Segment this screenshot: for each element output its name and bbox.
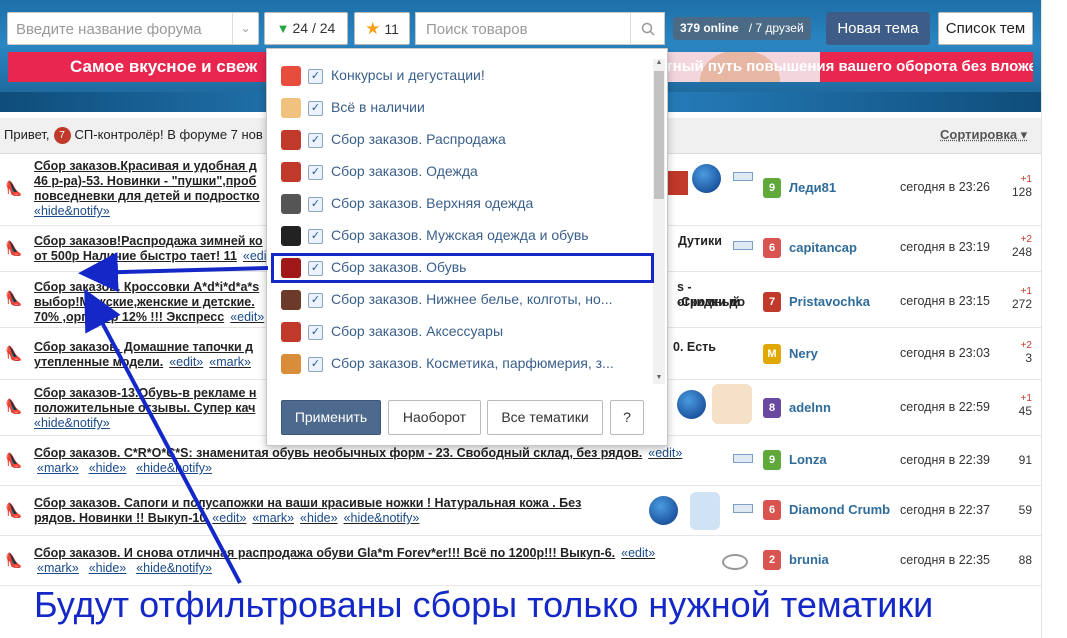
arrow-to-filtered-topic (84, 288, 242, 584)
annotation-caption: Будут отфильтрованы сборы только нужной … (34, 584, 934, 625)
annotation-arrows (78, 252, 269, 584)
forum-page: Самое вкусное и свеж остный путь повышен… (0, 0, 1067, 638)
arrow-to-shoe-icon (78, 252, 269, 293)
